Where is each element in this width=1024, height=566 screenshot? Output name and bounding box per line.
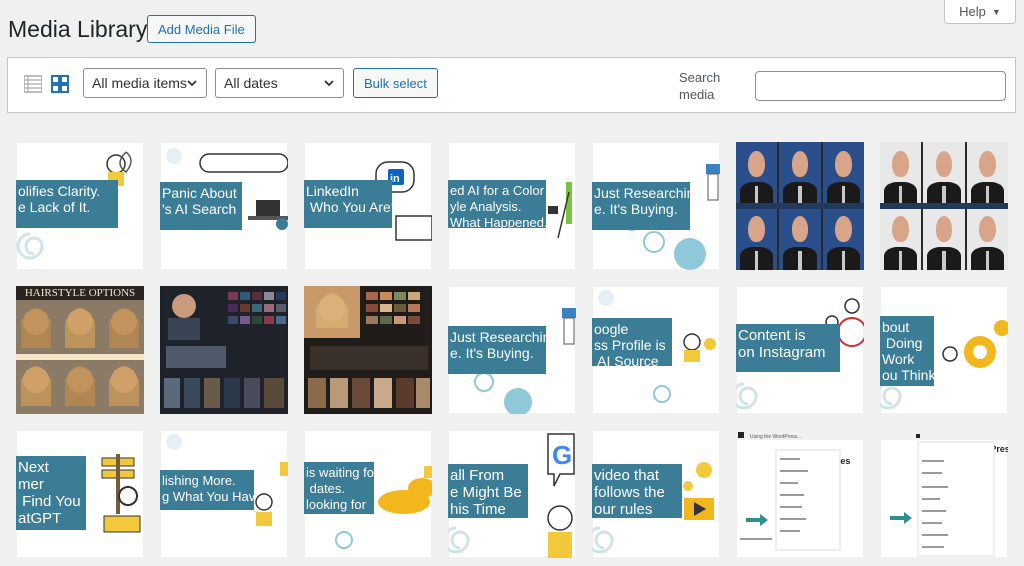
chevron-down-icon <box>324 80 334 87</box>
grid-view-icon[interactable] <box>51 75 69 93</box>
media-item[interactable] <box>160 286 288 414</box>
banner-text: bout Doing Work ou Think <box>880 316 934 386</box>
media-item[interactable]: video that follows the our rules <box>592 430 720 558</box>
color-palette-graphic <box>304 286 430 408</box>
media-toolbar: All media items All dates Bulk select Se… <box>7 57 1016 113</box>
media-item[interactable]: HAIRSTYLE OPTIONS <box>16 286 144 414</box>
banner-text: oogle ss Profile is AI Source <box>592 318 672 366</box>
media-item[interactable]: ed AI for a Color yle Analysis. What Hap… <box>448 142 576 270</box>
hairstyle-heading: HAIRSTYLE OPTIONS <box>16 286 144 300</box>
banner-text: Panic About 's AI Search <box>160 182 242 230</box>
label-strip <box>880 203 1008 209</box>
media-item[interactable]: in LinkedIn Who You Are? <box>304 142 432 270</box>
media-item[interactable] <box>880 142 1008 270</box>
caret-down-icon: ▼ <box>991 6 1001 17</box>
banner-text: video that follows the our rules <box>592 464 682 518</box>
label-strip <box>736 203 864 209</box>
banner-text: lishing More. g What You Have. <box>160 470 254 510</box>
banner-text: is waiting for dates. looking for <box>304 462 374 514</box>
chevron-down-icon <box>187 80 197 87</box>
media-item[interactable]: ...ing the WordPres <box>880 430 1008 558</box>
google-letter: G <box>552 440 572 470</box>
editor-screenshot: ...ing the WordPres <box>880 430 1008 557</box>
media-item[interactable]: oogle ss Profile is AI Source <box>592 286 720 414</box>
media-type-value: All media items <box>92 75 187 91</box>
help-tab[interactable]: Help ▼ <box>944 0 1016 24</box>
banner-text: Content is on Instagram <box>736 324 840 372</box>
banner-text: Just Researching e. It's Buying. <box>448 326 546 374</box>
media-item[interactable]: Content is on Instagram <box>736 286 864 414</box>
media-item[interactable]: Panic About 's AI Search <box>160 142 288 270</box>
banner-text: olifies Clarity. e Lack of It. <box>16 180 118 228</box>
help-label: Help <box>959 4 986 19</box>
banner-text: ed AI for a Color yle Analysis. What Hap… <box>448 180 546 228</box>
bulk-select-button[interactable]: Bulk select <box>353 68 438 98</box>
color-palette-graphic <box>164 292 286 408</box>
media-item[interactable] <box>304 286 432 414</box>
editor-screenshot: Using the WordPress... ...ke WordPres <box>736 430 864 551</box>
search-input[interactable] <box>755 71 1006 101</box>
media-item[interactable]: Using the WordPress... ...ke WordPres <box>736 430 864 558</box>
media-item[interactable]: Next mer Find You atGPT <box>16 430 144 558</box>
media-item[interactable]: bout Doing Work ou Think <box>880 286 1008 414</box>
media-item[interactable]: G all From e Might Be his Time <box>448 430 576 558</box>
banner-text: LinkedIn Who You Are? <box>304 180 392 228</box>
media-item[interactable]: Just Researching e. It's Buying. <box>448 286 576 414</box>
banner-text: Just Researching e. It's Buying. <box>592 182 690 230</box>
banner-text: Next mer Find You atGPT <box>16 456 86 530</box>
media-item[interactable]: lishing More. g What You Have. <box>160 430 288 558</box>
media-type-filter[interactable]: All media items <box>83 68 207 98</box>
media-item[interactable]: is waiting for dates. looking for <box>304 430 432 558</box>
list-view-icon[interactable] <box>24 75 42 93</box>
media-item[interactable]: olifies Clarity. e Lack of It. <box>16 142 144 270</box>
media-item[interactable]: Just Researching e. It's Buying. <box>592 142 720 270</box>
banner-text: all From e Might Be his Time <box>448 464 528 518</box>
media-item[interactable] <box>736 142 864 270</box>
search-label: Search media <box>679 70 721 102</box>
editor-title: Using the WordPress... <box>750 434 801 440</box>
date-filter-value: All dates <box>224 75 278 91</box>
page-title: Media Library <box>8 16 148 42</box>
hairstyle-photos <box>16 300 144 414</box>
add-media-file-button[interactable]: Add Media File <box>147 15 256 43</box>
date-filter[interactable]: All dates <box>215 68 344 98</box>
